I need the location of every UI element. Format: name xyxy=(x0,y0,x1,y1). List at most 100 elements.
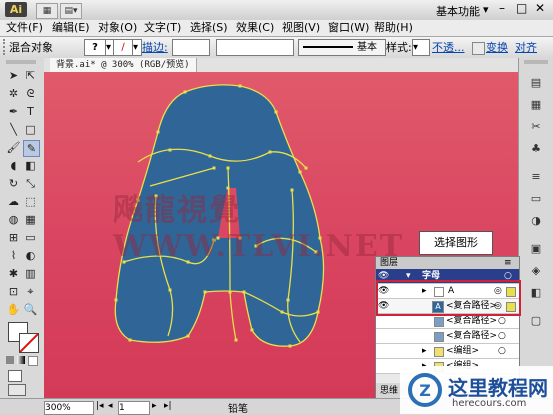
align-link[interactable]: 对齐 xyxy=(515,41,537,54)
anchor-point[interactable] xyxy=(114,298,118,302)
stroke-panel-icon[interactable]: ≡ xyxy=(525,168,547,186)
menu-window[interactable]: 窗口(W) xyxy=(328,21,369,35)
shape-builder-icon[interactable]: ◍ xyxy=(6,212,21,227)
menu-effect[interactable]: 效果(C) xyxy=(236,21,274,35)
first-page-icon[interactable]: |◂ xyxy=(96,401,104,411)
page-number-input[interactable]: 1 xyxy=(118,401,150,415)
slice-tool-icon[interactable]: ⌖ xyxy=(23,284,38,299)
stroke-weight-input[interactable] xyxy=(172,39,210,56)
anchor-point[interactable] xyxy=(156,130,160,134)
close-icon[interactable]: ✕ xyxy=(535,1,545,15)
fill-swatch[interactable]: ? xyxy=(84,39,106,56)
stroke-label[interactable]: 描边: xyxy=(142,41,168,54)
appearance-panel-icon[interactable]: ▣ xyxy=(525,240,547,258)
selection-tool-icon[interactable]: ➤ xyxy=(6,68,21,83)
lasso-icon[interactable]: ᘓ xyxy=(23,86,38,101)
zoom-tool-icon[interactable]: 🔍 xyxy=(23,302,38,317)
anchor-point[interactable] xyxy=(212,166,216,170)
dock-grip[interactable] xyxy=(524,60,548,64)
layer-row-group[interactable]: ▸ <编组> ○ xyxy=(376,344,519,359)
eyedropper-icon[interactable]: ⌇ xyxy=(6,248,21,263)
color-mode-icon[interactable] xyxy=(6,356,14,364)
rotate-tool-icon[interactable]: ↻ xyxy=(6,176,21,191)
graphic-styles-panel-icon[interactable]: ◈ xyxy=(525,262,547,280)
type-tool-icon[interactable]: T xyxy=(23,104,38,119)
brushes-panel-icon[interactable]: ✂ xyxy=(525,118,547,136)
menu-type[interactable]: 文字(T) xyxy=(144,21,181,35)
anchor-point[interactable] xyxy=(128,338,132,342)
stroke-dropdown-icon[interactable]: ▾ xyxy=(132,39,142,56)
anchor-point[interactable] xyxy=(183,90,187,94)
arrange-documents-button[interactable]: ▤▾ xyxy=(60,3,82,19)
anchor-point[interactable] xyxy=(226,166,230,170)
expand-arrow-icon[interactable]: ▸ xyxy=(422,344,427,358)
hand-tool-icon[interactable]: ✋ xyxy=(6,302,21,317)
swatches-panel-icon[interactable]: ▦ xyxy=(525,96,547,114)
pen-tool-icon[interactable]: ✒ xyxy=(6,104,21,119)
pencil-tool-icon[interactable]: ✎ xyxy=(23,140,40,157)
anchor-point[interactable] xyxy=(203,290,207,294)
style-select[interactable]: ▾ xyxy=(412,39,430,56)
rectangle-tool-icon[interactable]: □ xyxy=(23,122,38,137)
maximize-icon[interactable]: □ xyxy=(516,1,527,15)
draw-mode-icon[interactable] xyxy=(8,370,22,382)
control-bar-grip[interactable] xyxy=(3,39,8,55)
color-panel-icon[interactable]: ▤ xyxy=(525,74,547,92)
mesh-tool-icon[interactable]: ⊞ xyxy=(6,230,21,245)
transparency-panel-icon[interactable]: ◑ xyxy=(525,212,547,230)
stroke-swatch[interactable]: ∕ xyxy=(113,39,133,56)
tools-panel-grip[interactable] xyxy=(6,60,36,64)
menu-help[interactable]: 帮助(H) xyxy=(374,21,413,35)
target-icon[interactable]: ○ xyxy=(498,329,506,343)
artboard-tool-icon[interactable]: ⊡ xyxy=(6,284,21,299)
opacity-link[interactable]: 不透... xyxy=(432,41,465,54)
anchor-point[interactable] xyxy=(316,310,320,314)
gradient-tool-icon[interactable]: ▭ xyxy=(23,230,38,245)
artboards-panel-icon[interactable]: ▢ xyxy=(525,312,547,330)
menu-file[interactable]: 文件(F) xyxy=(6,21,43,35)
warp-tool-icon[interactable]: ☁ xyxy=(6,194,21,209)
anchor-point[interactable] xyxy=(274,110,278,114)
menu-select[interactable]: 选择(S) xyxy=(190,21,228,35)
anchor-point[interactable] xyxy=(242,290,246,294)
blend-tool-icon[interactable]: ◐ xyxy=(23,248,38,263)
brush-select[interactable]: 基本 xyxy=(298,39,386,56)
anchor-point[interactable] xyxy=(168,288,172,292)
anchor-point[interactable] xyxy=(208,154,212,158)
menu-view[interactable]: 视图(V) xyxy=(282,21,320,35)
workspace-dropdown-icon[interactable]: ▾ xyxy=(483,3,489,16)
anchor-point[interactable] xyxy=(304,166,308,170)
anchor-point[interactable] xyxy=(228,290,232,294)
layer-row-compound-path[interactable]: <复合路径> ○ xyxy=(376,314,519,329)
gradient-panel-icon[interactable]: ▭ xyxy=(525,190,547,208)
anchor-point[interactable] xyxy=(286,298,290,302)
target-icon[interactable]: ○ xyxy=(498,344,506,358)
layers-panel-icon[interactable]: ◧ xyxy=(525,284,547,302)
anchor-point[interactable] xyxy=(238,84,242,88)
menu-object[interactable]: 对象(O) xyxy=(98,21,137,35)
layer-row-compound-path[interactable]: <复合路径> ○ xyxy=(376,329,519,344)
magic-wand-icon[interactable]: ✲ xyxy=(6,86,21,101)
anchor-point[interactable] xyxy=(298,170,302,174)
menu-edit[interactable]: 编辑(E) xyxy=(52,21,90,35)
screen-mode-icon[interactable] xyxy=(8,384,26,396)
anchor-point[interactable] xyxy=(250,328,254,332)
bridge-button[interactable]: ▦ xyxy=(36,3,58,19)
document-tab[interactable]: 背景.ai* @ 300% (RGB/预览) xyxy=(50,58,197,72)
panel-menu-icon[interactable]: ≡ xyxy=(504,257,512,269)
symbols-panel-icon[interactable]: ♣ xyxy=(525,140,547,158)
target-icon[interactable]: ○ xyxy=(498,314,506,328)
blob-brush-icon[interactable]: ◖ xyxy=(6,158,21,173)
none-mode-icon[interactable] xyxy=(28,356,38,366)
anchor-point[interactable] xyxy=(288,344,292,348)
workspace-switcher[interactable]: 基本功能 xyxy=(436,3,480,19)
gradient-mode-icon[interactable] xyxy=(17,356,25,364)
variable-width-select[interactable] xyxy=(216,39,294,56)
anchor-point[interactable] xyxy=(168,148,172,152)
zoom-level-select[interactable]: 300% xyxy=(44,401,94,415)
anchor-point[interactable] xyxy=(186,334,190,338)
transform-link[interactable]: 变换 xyxy=(486,41,508,54)
anchor-point[interactable] xyxy=(234,338,238,342)
direct-selection-tool-icon[interactable]: ⇱ xyxy=(23,68,38,83)
last-page-icon[interactable]: ▸| xyxy=(164,401,172,411)
